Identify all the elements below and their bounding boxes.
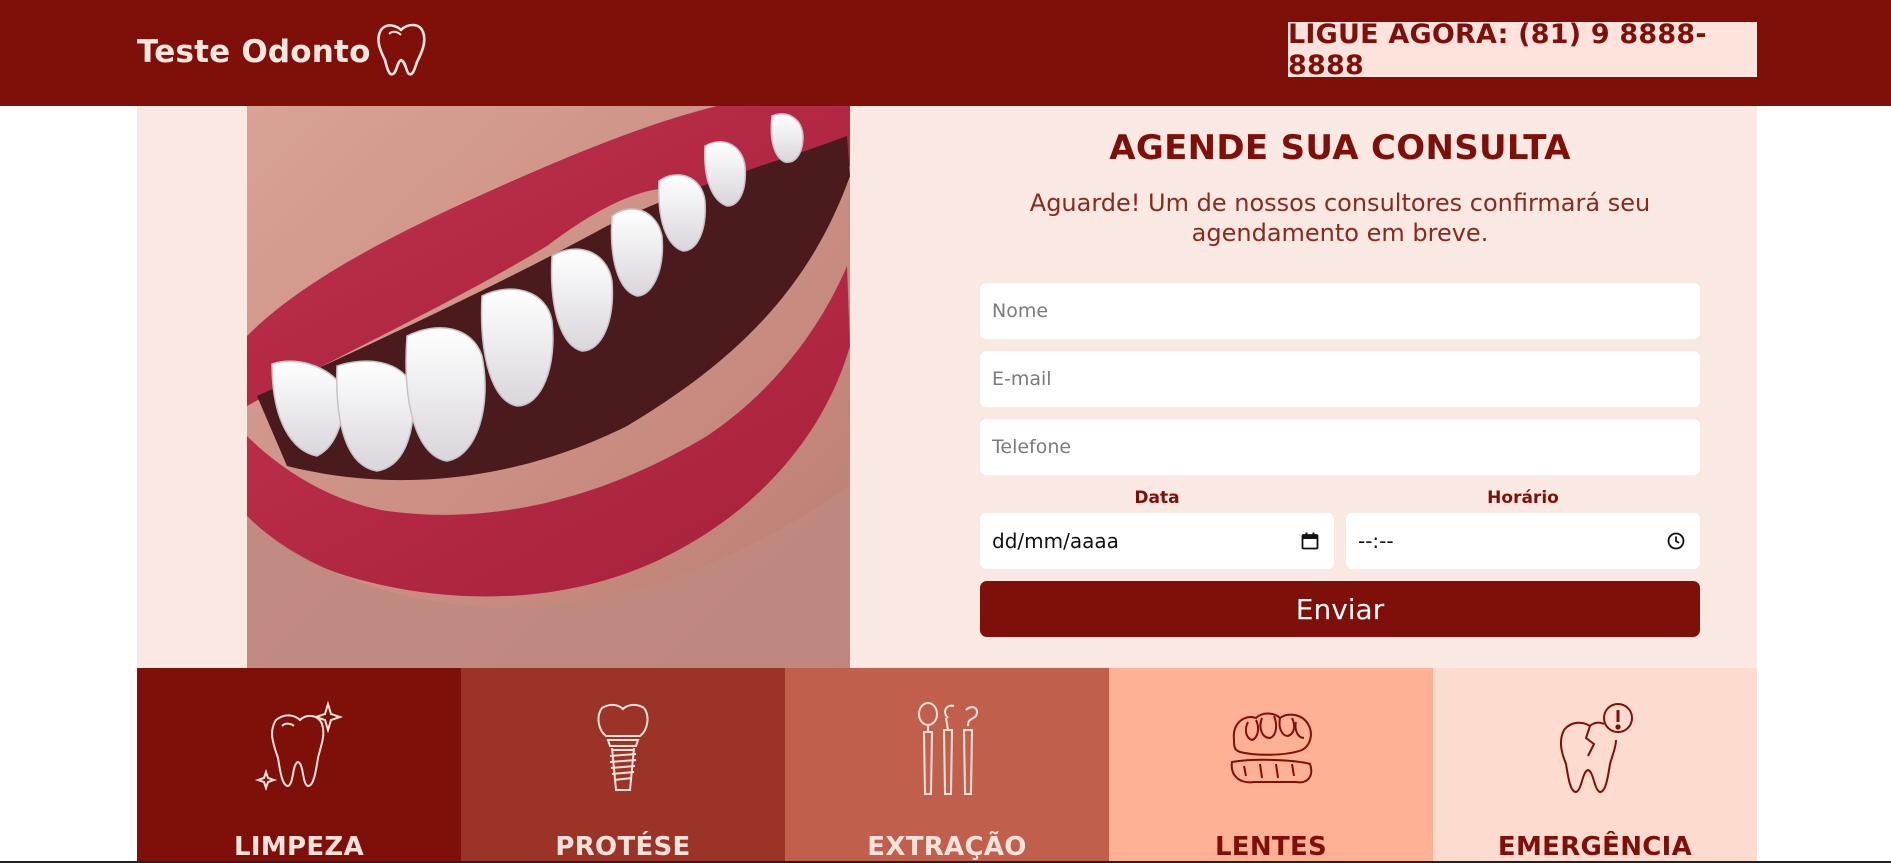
logo-text: Teste Odonto [137, 34, 371, 70]
service-card-emergencia[interactable]: EMERGÊNCIA [1433, 668, 1757, 863]
submit-button[interactable]: Enviar [980, 581, 1700, 637]
services-strip: LIMPEZA PROTÉSE EXTRAÇÃO LENTES EMERGÊNC… [137, 668, 1757, 863]
hero-section: AGENDE SUA CONSULTA Aguarde! Um de nosso… [137, 106, 1757, 668]
name-field[interactable] [980, 283, 1700, 339]
service-label: EXTRAÇÃO [867, 832, 1027, 862]
tooth-logo-icon [376, 23, 426, 76]
logo[interactable]: Teste Odonto [137, 22, 429, 82]
time-value: --:-- [1358, 529, 1394, 553]
broken-tooth-alert-icon [1559, 703, 1633, 794]
service-label: PROTÉSE [555, 832, 691, 862]
call-now-button[interactable]: LIGUE AGORA: (81) 9 8888-8888 [1288, 19, 1757, 81]
form-subtitle: Aguarde! Um de nossos consultores confir… [1029, 189, 1651, 247]
phone-field[interactable] [980, 419, 1700, 475]
service-label: LIMPEZA [233, 832, 364, 862]
date-label: Data [1134, 488, 1180, 508]
dental-implant-icon [597, 703, 649, 791]
site-header: Teste Odonto LIGUE AGORA: (81) 9 8888-88… [0, 0, 1891, 106]
form-title: AGENDE SUA CONSULTA [1109, 128, 1571, 168]
date-value: dd/mm/aaaa [992, 529, 1119, 553]
service-card-lentes[interactable]: LENTES [1109, 668, 1433, 863]
calendar-icon[interactable] [1300, 531, 1320, 551]
email-field[interactable] [980, 351, 1700, 407]
clock-icon[interactable] [1666, 531, 1686, 551]
dental-tools-icon [918, 702, 978, 795]
time-label: Horário [1487, 488, 1559, 508]
service-label: LENTES [1214, 832, 1328, 862]
time-field[interactable]: --:-- [1346, 513, 1700, 569]
service-label: EMERGÊNCIA [1497, 832, 1693, 862]
service-card-extracao[interactable]: EXTRAÇÃO [785, 668, 1109, 863]
smile-photo [247, 106, 850, 668]
service-card-limpeza[interactable]: LIMPEZA [137, 668, 461, 863]
tooth-sparkle-icon [254, 700, 344, 792]
date-field[interactable]: dd/mm/aaaa [980, 513, 1334, 569]
service-card-protese[interactable]: PROTÉSE [461, 668, 785, 863]
dentures-icon [1230, 712, 1313, 784]
